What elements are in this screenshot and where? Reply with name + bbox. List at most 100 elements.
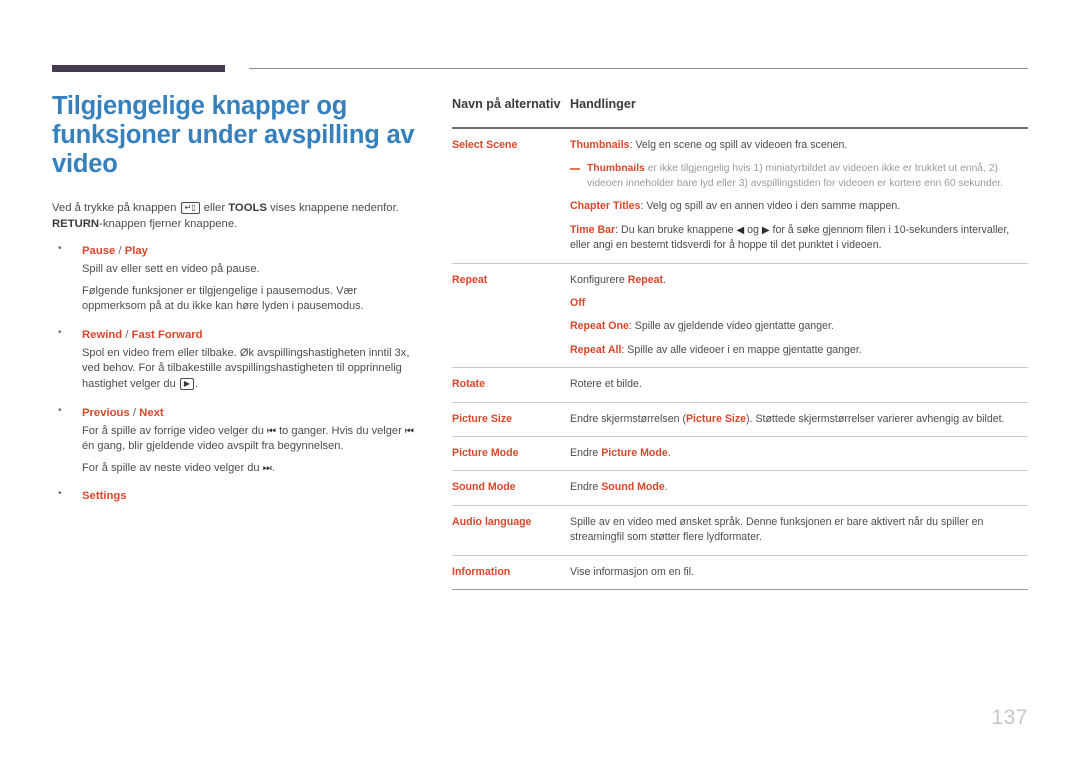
option-name: Select Scene bbox=[452, 128, 570, 264]
term-label: Sound Mode bbox=[601, 481, 665, 494]
left-column: Tilgjengelige knapper og funksjoner unde… bbox=[52, 92, 424, 517]
term-label: Repeat One bbox=[570, 320, 629, 333]
option-name: Repeat bbox=[452, 263, 570, 369]
bullet-heading-a: Previous bbox=[82, 406, 130, 419]
bullet-heading-a: Settings bbox=[82, 490, 127, 503]
description-block: Time Bar: Du kan bruke knappene ◀ og ▶ f… bbox=[570, 223, 1020, 254]
bullet-heading-a: Rewind bbox=[82, 328, 123, 341]
bullet-text: For å spille av forrige video velger du bbox=[82, 424, 267, 437]
description-block: Spille av en video med ønsket språk. Den… bbox=[570, 515, 984, 544]
description-block: Rotere et bilde. bbox=[570, 378, 642, 391]
term-text: : Velg og spill av en annen video i den … bbox=[640, 200, 901, 213]
table-row: Picture Mode Endre Picture Mode. bbox=[452, 436, 1028, 472]
intro-text-part1: Ved å trykke på knappen bbox=[52, 202, 180, 214]
pre-text: Konfigurere bbox=[570, 273, 628, 286]
enter-key-icon: ↵▯ bbox=[180, 202, 200, 214]
bullet-paragraph: Spol en video frem eller tilbake. Øk avs… bbox=[82, 346, 424, 393]
table-row: Audio language Spille av en video med øn… bbox=[452, 505, 1028, 556]
option-name: Picture Mode bbox=[452, 436, 570, 472]
term-text: og bbox=[744, 223, 762, 236]
term-label: Off bbox=[570, 297, 586, 310]
header-accent-bar bbox=[52, 65, 225, 72]
pre-text: Endre bbox=[570, 481, 602, 494]
table-row: Select Scene Thumbnails : Velg en scene o… bbox=[452, 128, 1028, 264]
intro-text-part3: vises knappene nedenfor. bbox=[266, 202, 399, 214]
bullet-text: Spol en video frem eller tilbake. Øk avs… bbox=[82, 346, 410, 390]
bullet-text-end: . bbox=[194, 377, 199, 390]
bullet-heading: Rewind / Fast Forward bbox=[82, 328, 424, 343]
term-label: Thumbnails bbox=[587, 163, 645, 175]
bullet-heading-sep: / bbox=[122, 328, 132, 341]
table-header-option-name: Navn på alternativ bbox=[452, 96, 570, 129]
term-label: Picture Mode bbox=[601, 447, 668, 460]
option-description: Rotere et bilde. bbox=[570, 367, 1028, 403]
skip-next-icon: ⏭ bbox=[262, 462, 272, 474]
description-block: Repeat All: Spille av alle videoer i en … bbox=[570, 343, 1020, 358]
bullet-text: to ganger. Hvis du velger bbox=[276, 424, 405, 437]
document-page: { "colors": { "heading_blue": "#3580bd",… bbox=[0, 0, 1080, 763]
bullet-heading-b: Fast Forward bbox=[131, 328, 203, 341]
table-row: Information Vise informasjon om en fil. bbox=[452, 555, 1028, 591]
page-number: 137 bbox=[991, 706, 1028, 729]
term-text: : Spille av gjeldende video gjentatte ga… bbox=[628, 320, 834, 333]
pre-text: Endre bbox=[570, 447, 602, 460]
option-description: Endre skjermstørrelsen (Picture Size). S… bbox=[570, 402, 1028, 438]
skip-previous-icon: ⏮ bbox=[404, 425, 414, 437]
bullet-paragraph: For å spille av neste video velger du ⏭. bbox=[82, 461, 424, 477]
bullet-heading: Previous / Next bbox=[82, 406, 424, 421]
note-block: Thumbnails er ikke tilgjengelig hvis 1) … bbox=[570, 161, 1020, 191]
description-block: Endre skjermstørrelsen (Picture Size). S… bbox=[570, 412, 1020, 427]
bullet-heading-a: Pause bbox=[82, 245, 116, 257]
term-label: Chapter Titles bbox=[570, 200, 641, 213]
table-row: Sound Mode Endre Sound Mode. bbox=[452, 470, 1028, 506]
term-label: Repeat All bbox=[570, 343, 622, 356]
term-text: : Velg en scene og spill av videoen fra … bbox=[629, 139, 848, 151]
header-rules bbox=[0, 0, 1080, 80]
post-text: . bbox=[664, 481, 668, 494]
pre-text: Endre skjermstørrelsen ( bbox=[570, 412, 686, 425]
bullet-heading-sep: / bbox=[115, 245, 125, 257]
play-icon: ▶ bbox=[179, 377, 194, 390]
bullet-text: én gang, blir gjeldende video avspilt fr… bbox=[82, 440, 344, 453]
list-item: Settings bbox=[52, 488, 424, 504]
bullet-paragraph: Følgende funksjoner er tilgjengelige i p… bbox=[82, 284, 364, 313]
bullet-heading: Pause / Play bbox=[82, 244, 424, 259]
option-description: Vise informasjon om en fil. bbox=[570, 555, 1028, 591]
intro-paragraph: Ved å trykke på knappen ↵▯ eller TOOLS v… bbox=[52, 201, 420, 232]
option-name: Picture Size bbox=[452, 402, 570, 438]
table-header-actions: Handlinger bbox=[570, 96, 1028, 129]
bullet-text: For å spille av neste video velger du bbox=[82, 461, 263, 474]
bullet-heading-b: Next bbox=[139, 406, 164, 419]
header-thin-rule bbox=[249, 68, 1028, 69]
intro-return-label: RETURN bbox=[52, 217, 100, 230]
bullet-heading-sep: / bbox=[129, 406, 140, 419]
term-label: Time Bar bbox=[570, 223, 616, 236]
post-text: . bbox=[663, 273, 666, 286]
table-row: Rotate Rotere et bilde. bbox=[452, 367, 1028, 403]
bullet-paragraph: Spill av eller sett en video på pause. bbox=[82, 263, 260, 275]
table-row: Picture Size Endre skjermstørrelsen (Pic… bbox=[452, 402, 1028, 438]
option-description: Konfigurere Repeat. Off Repeat One: Spil… bbox=[570, 263, 1028, 369]
post-text: . bbox=[667, 447, 671, 460]
description-block: Repeat One: Spille av gjeldende video gj… bbox=[570, 319, 1020, 334]
list-item: Rewind / Fast Forward Spol en video frem… bbox=[52, 327, 424, 393]
list-item: Pause / Play Spill av eller sett en vide… bbox=[52, 243, 424, 315]
bullet-paragraph: For å spille av forrige video velger du … bbox=[82, 424, 424, 455]
option-description: Thumbnails : Velg en scene og spill av vi… bbox=[570, 128, 1028, 264]
playback-buttons-list: Pause / Play Spill av eller sett en vide… bbox=[52, 243, 424, 504]
right-column: Navn på alternativ Handlinger Select Sce… bbox=[452, 96, 1028, 591]
bullet-heading-b: Play bbox=[124, 245, 148, 257]
term-label: Picture Size bbox=[685, 412, 747, 425]
option-name: Sound Mode bbox=[452, 470, 570, 506]
option-name: Rotate bbox=[452, 367, 570, 403]
post-text: ). Støttede skjermstørrelser varierer av… bbox=[746, 412, 1005, 425]
description-block: Endre Sound Mode. bbox=[570, 480, 1020, 495]
option-description: Endre Picture Mode. bbox=[570, 436, 1028, 472]
term-label: Repeat bbox=[627, 273, 664, 286]
option-description: Endre Sound Mode. bbox=[570, 470, 1028, 506]
description-block: Chapter Titles: Velg og spill av en anne… bbox=[570, 199, 1020, 214]
intro-text-part2: eller bbox=[200, 202, 229, 214]
description-block: Thumbnails: Velg en scene og spill av vi… bbox=[570, 138, 1020, 153]
description-block: Konfigurere Repeat. bbox=[570, 273, 1020, 288]
description-block: Vise informasjon om en fil. bbox=[570, 565, 695, 578]
